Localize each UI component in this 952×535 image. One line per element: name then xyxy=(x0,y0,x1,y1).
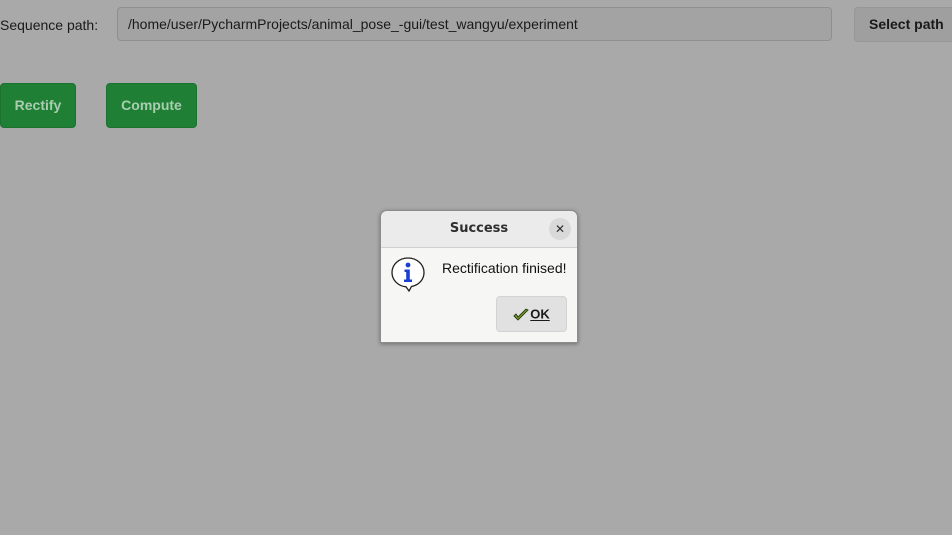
sequence-path-label: Sequence path: xyxy=(0,17,99,33)
ok-button[interactable]: OK xyxy=(496,296,567,332)
success-dialog: Success ✕ Rectification finised! OK xyxy=(380,210,578,343)
sequence-path-input[interactable] xyxy=(117,7,832,41)
info-icon xyxy=(391,257,425,292)
dialog-title: Success xyxy=(449,221,509,236)
checkmark-icon xyxy=(513,308,530,321)
compute-button[interactable]: Compute xyxy=(106,83,197,128)
dialog-message: Rectification finised! xyxy=(442,260,567,276)
main-window: Sequence path: Select path Rectify Compu… xyxy=(0,0,952,535)
dialog-titlebar[interactable]: Success ✕ xyxy=(381,211,577,248)
select-path-button[interactable]: Select path xyxy=(854,7,952,42)
close-icon[interactable]: ✕ xyxy=(549,218,571,240)
ok-label: OK xyxy=(530,306,550,322)
rectify-button[interactable]: Rectify xyxy=(0,83,76,128)
